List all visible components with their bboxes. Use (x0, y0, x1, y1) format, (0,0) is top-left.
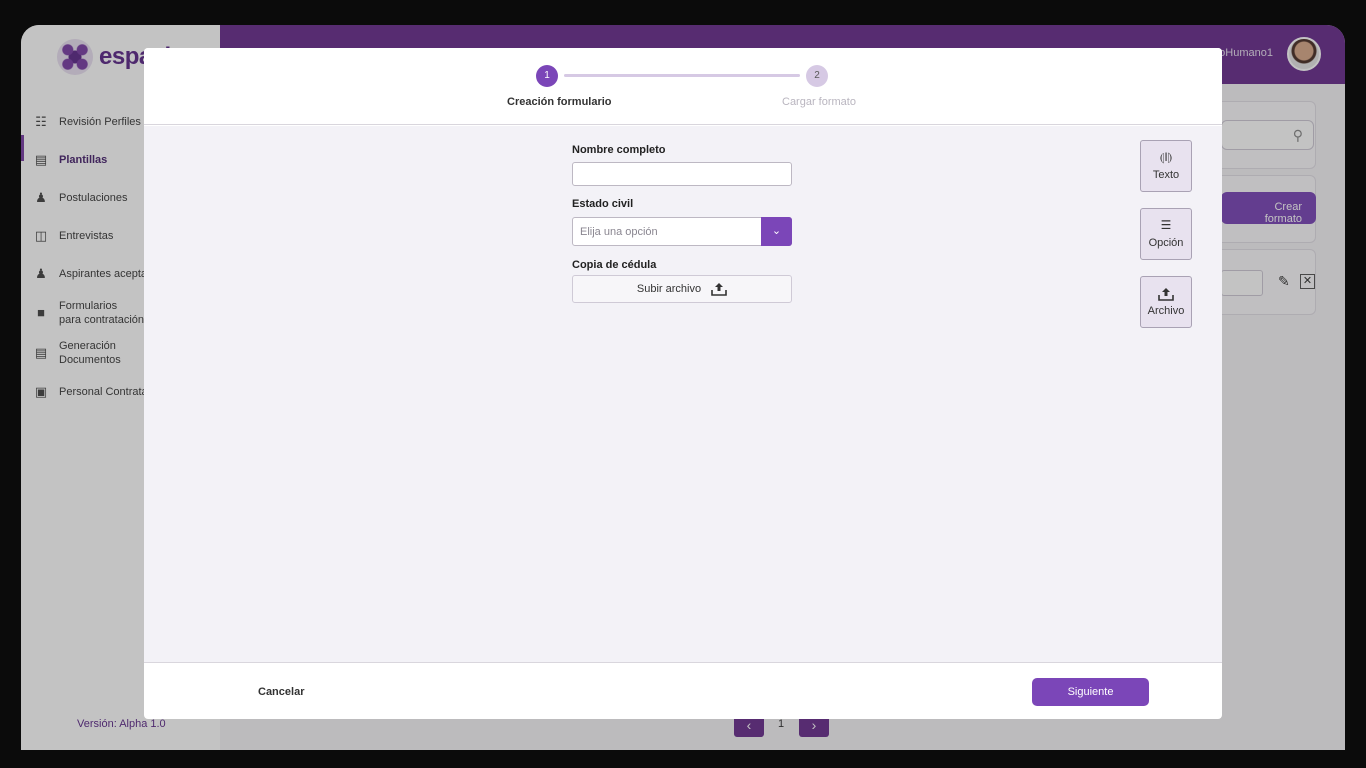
checklist-icon: ☰ (1160, 218, 1172, 232)
step-2-indicator: 2 (806, 65, 828, 87)
upload-file-label: Subir archivo (636, 283, 702, 295)
civil-status-placeholder: Elija una opción (580, 226, 658, 238)
text-field-icon: ⦇I⦈ (1159, 150, 1173, 164)
add-file-field-label: Archivo (1147, 305, 1185, 317)
civil-status-select[interactable]: Elija una opción ⌄ (572, 217, 792, 246)
add-option-field-label: Opción (1148, 237, 1184, 249)
stepper-progress-line (564, 74, 800, 77)
full-name-field[interactable] (572, 162, 792, 186)
step-1-label: Creación formulario (507, 96, 612, 108)
id-copy-label: Copia de cédula (572, 259, 657, 271)
add-text-field-label: Texto (1152, 169, 1180, 181)
upload-icon (711, 283, 727, 296)
cancel-button[interactable]: Cancelar (258, 686, 304, 698)
form-creation-modal: 1 2 Creación formulario Cargar formato N… (144, 48, 1222, 719)
chevron-down-icon[interactable]: ⌄ (761, 217, 792, 246)
upload-file-button[interactable]: Subir archivo (572, 275, 792, 303)
add-file-field-button[interactable]: Archivo (1140, 276, 1192, 328)
next-button[interactable]: Siguiente (1032, 678, 1149, 706)
add-option-field-button[interactable]: ☰ Opción (1140, 208, 1192, 260)
upload-icon (1158, 288, 1174, 301)
step-2-label: Cargar formato (782, 96, 856, 108)
form-builder-canvas: Nombre completo Estado civil Elija una o… (144, 126, 1222, 663)
step-1-indicator: 1 (536, 65, 558, 87)
stepper: 1 2 Creación formulario Cargar formato (144, 48, 1222, 125)
full-name-label: Nombre completo (572, 144, 666, 156)
add-text-field-button[interactable]: ⦇I⦈ Texto (1140, 140, 1192, 192)
civil-status-label: Estado civil (572, 198, 634, 210)
